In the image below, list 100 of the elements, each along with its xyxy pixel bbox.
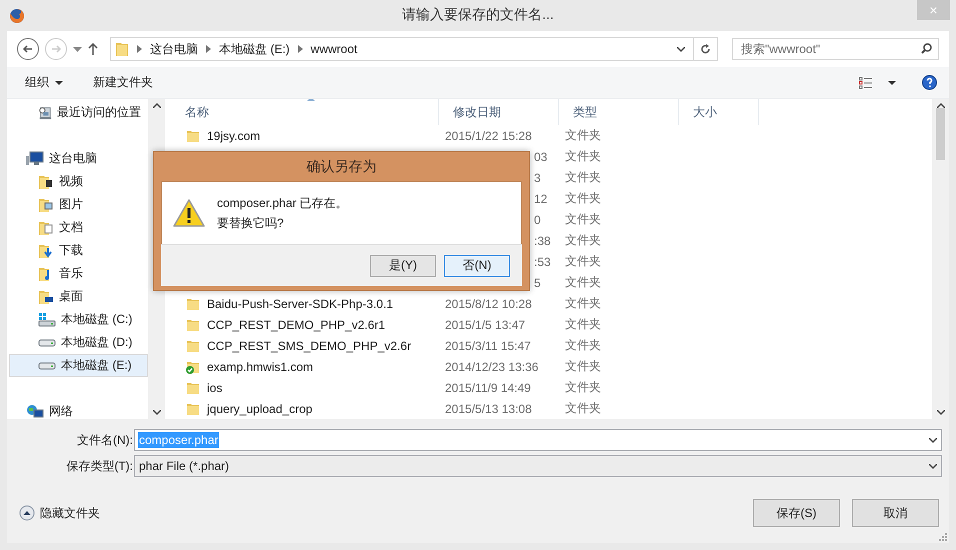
date-cell: 2014/12/23 13:36	[445, 360, 538, 374]
scroll-up-icon[interactable]	[936, 103, 944, 108]
folder-icon	[115, 41, 129, 57]
date-cell: 2015/5/13 13:08	[445, 402, 532, 416]
view-options-button[interactable]	[859, 76, 896, 88]
file-list-scrollbar[interactable]	[932, 99, 949, 419]
file-name[interactable]: CCP_REST_DEMO_PHP_v2.6r1	[207, 318, 386, 332]
organize-menu[interactable]: 组织	[25, 74, 63, 91]
date-cell: 2015/1/5 13:47	[445, 318, 526, 332]
up-arrow-icon	[88, 43, 98, 55]
new-folder-button[interactable]: 新建文件夹	[93, 74, 153, 91]
dialog-button[interactable]: 是(Y)	[370, 254, 436, 276]
dialog-button[interactable]: 否(N)	[444, 254, 510, 276]
column-header[interactable]: 大小	[679, 99, 759, 125]
caret-icon	[888, 80, 896, 84]
type-cell: 文件夹	[565, 359, 601, 373]
breadcrumb-item[interactable]: wwwroot	[310, 42, 358, 56]
desktop-folder-icon	[38, 288, 54, 304]
left-arrow-icon	[22, 43, 34, 55]
file-name[interactable]: 19jsy.com	[207, 128, 260, 142]
video-folder-icon	[38, 174, 54, 190]
column-header[interactable]: 名称	[171, 99, 439, 125]
type-cell: 文件夹	[565, 212, 601, 226]
computer-icon	[26, 150, 44, 166]
date-cell: 5	[534, 276, 541, 290]
drive-icon	[38, 362, 56, 370]
date-cell: 12	[534, 192, 548, 206]
date-cell: 2015/3/11 15:47	[445, 338, 531, 352]
caret-icon	[55, 80, 63, 84]
date-cell: 2015/1/22 15:28	[445, 128, 532, 142]
type-cell: 文件夹	[565, 401, 601, 415]
type-cell: 文件夹	[565, 170, 601, 184]
address-bar[interactable]: 这台电脑 本地磁盘 (E:) wwwroot	[110, 37, 718, 61]
help-button[interactable]	[922, 75, 937, 90]
sidebar-item[interactable]: 这台电脑	[9, 147, 148, 170]
browser-logo-icon	[9, 8, 25, 24]
up-button[interactable]	[88, 43, 98, 55]
type-cell: 文件夹	[565, 338, 601, 352]
sidebar-item[interactable]: 本地磁盘 (C:)	[9, 308, 148, 331]
sidebar-item[interactable]: 文档	[9, 216, 148, 239]
downloads-folder-icon	[38, 242, 54, 258]
resize-grip-icon[interactable]	[939, 533, 947, 541]
type-cell: 文件夹	[565, 149, 601, 163]
field-label: 文件名(N):	[76, 432, 133, 448]
field-label: 保存类型(T):	[65, 458, 133, 474]
scroll-down-icon[interactable]	[152, 410, 160, 415]
sidebar-item[interactable]: 图片	[9, 193, 148, 216]
date-cell: 3	[534, 170, 541, 184]
caret-icon	[73, 46, 82, 52]
file-name[interactable]: Baidu-Push-Server-SDK-Php-3.0.1	[207, 296, 394, 310]
file-name[interactable]: jquery_upload_crop	[207, 402, 312, 416]
sidebar-item[interactable]: 本地磁盘 (E:)	[9, 354, 148, 377]
dialog-message: composer.phar 已存在。	[217, 194, 348, 212]
sidebar-item[interactable]: 视频	[9, 170, 148, 193]
breadcrumb-item[interactable]: 本地磁盘 (E:)	[219, 40, 290, 58]
dropdown-icon	[928, 438, 936, 442]
type-cell: 文件夹	[565, 296, 601, 310]
scroll-down-icon[interactable]	[936, 410, 944, 415]
sidebar-item[interactable]: 本地磁盘 (D:)	[9, 331, 148, 354]
date-cell: 2015/8/12 10:28	[445, 296, 532, 310]
sidebar-item[interactable]: 最近访问的位置	[9, 101, 148, 124]
file-name[interactable]: examp.hmwis1.com	[207, 360, 314, 374]
file-name[interactable]: CCP_REST_SMS_DEMO_PHP_v2.6r	[207, 338, 412, 352]
dialog-question: 要替换它吗?	[217, 214, 285, 232]
system-drive-icon	[38, 312, 56, 328]
file-type-dropdown[interactable]: phar File (*.phar)	[134, 455, 942, 477]
history-dropdown-button[interactable]	[73, 46, 82, 52]
date-cell: 0	[534, 212, 541, 226]
sidebar-item[interactable]: 下载	[9, 239, 148, 262]
back-button[interactable]	[17, 38, 39, 60]
breadcrumb-item[interactable]: 这台电脑	[150, 40, 198, 58]
column-header[interactable]: 修改日期	[439, 99, 559, 125]
window-title: 请输入要保存的文件名...	[402, 6, 554, 22]
save-button[interactable]: 保存(S)	[753, 499, 840, 527]
type-cell: 文件夹	[565, 380, 601, 394]
hide-folders-button[interactable]: 隐藏文件夹	[19, 504, 100, 522]
documents-folder-icon	[38, 220, 54, 236]
scroll-up-icon[interactable]	[152, 103, 160, 108]
search-field[interactable]: 搜索"wwwroot"	[732, 38, 939, 60]
help-icon	[922, 75, 937, 90]
dialog-title: 确认另存为	[306, 158, 376, 176]
date-cell: 03	[534, 150, 548, 164]
date-cell: :38	[534, 234, 551, 248]
search-icon[interactable]	[921, 43, 932, 54]
warning-icon	[173, 198, 205, 228]
file-name[interactable]: ios	[207, 380, 222, 394]
recent-places-icon	[38, 104, 52, 120]
cancel-button[interactable]: 取消	[852, 499, 939, 527]
network-icon	[26, 404, 44, 419]
dropdown-icon	[677, 46, 685, 52]
pictures-folder-icon	[38, 196, 54, 212]
dropdown-icon	[928, 464, 936, 468]
sidebar-item[interactable]: 音乐	[9, 262, 148, 285]
sidebar-item[interactable]: 桌面	[9, 285, 148, 308]
collapse-icon	[19, 505, 35, 521]
date-cell: :53	[534, 254, 551, 268]
scrollbar-thumb[interactable]	[936, 108, 945, 160]
column-header[interactable]: 类型	[559, 99, 679, 125]
right-arrow-icon	[50, 43, 62, 55]
drive-icon	[38, 338, 56, 346]
